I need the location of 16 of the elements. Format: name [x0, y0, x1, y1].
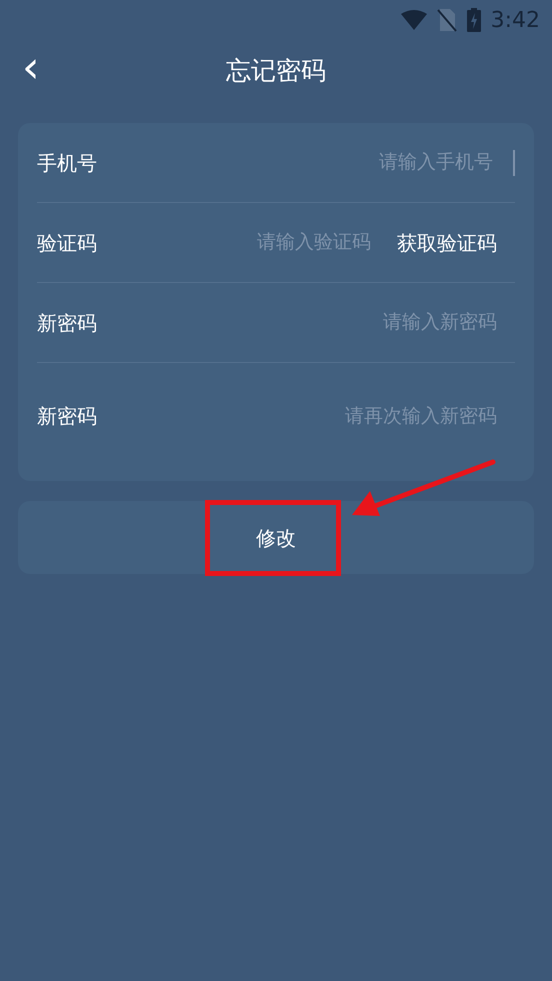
field-label: 新密码 — [37, 310, 98, 336]
page-title: 忘记密码 — [226, 55, 326, 88]
field-label: 新密码 — [37, 403, 98, 430]
status-time: 3:42 — [490, 6, 540, 34]
wifi-icon — [400, 10, 427, 30]
input-field[interactable]: 请输入手机号 — [159, 148, 493, 177]
input-field[interactable]: 请输入验证码 — [159, 228, 371, 257]
input-field[interactable]: 请输入新密码 — [159, 308, 497, 337]
field-label: 手机号 — [37, 150, 98, 176]
get-code-button[interactable]: 获取验证码 — [383, 228, 515, 258]
input-field[interactable]: 请再次输入新密码 — [159, 402, 497, 430]
submit-button[interactable]: 修改 — [18, 501, 534, 574]
battery-charging-icon — [466, 8, 481, 32]
field-label: 验证码 — [37, 230, 98, 256]
back-button[interactable]: ‹ — [22, 48, 40, 88]
no-sim-icon — [436, 8, 457, 32]
